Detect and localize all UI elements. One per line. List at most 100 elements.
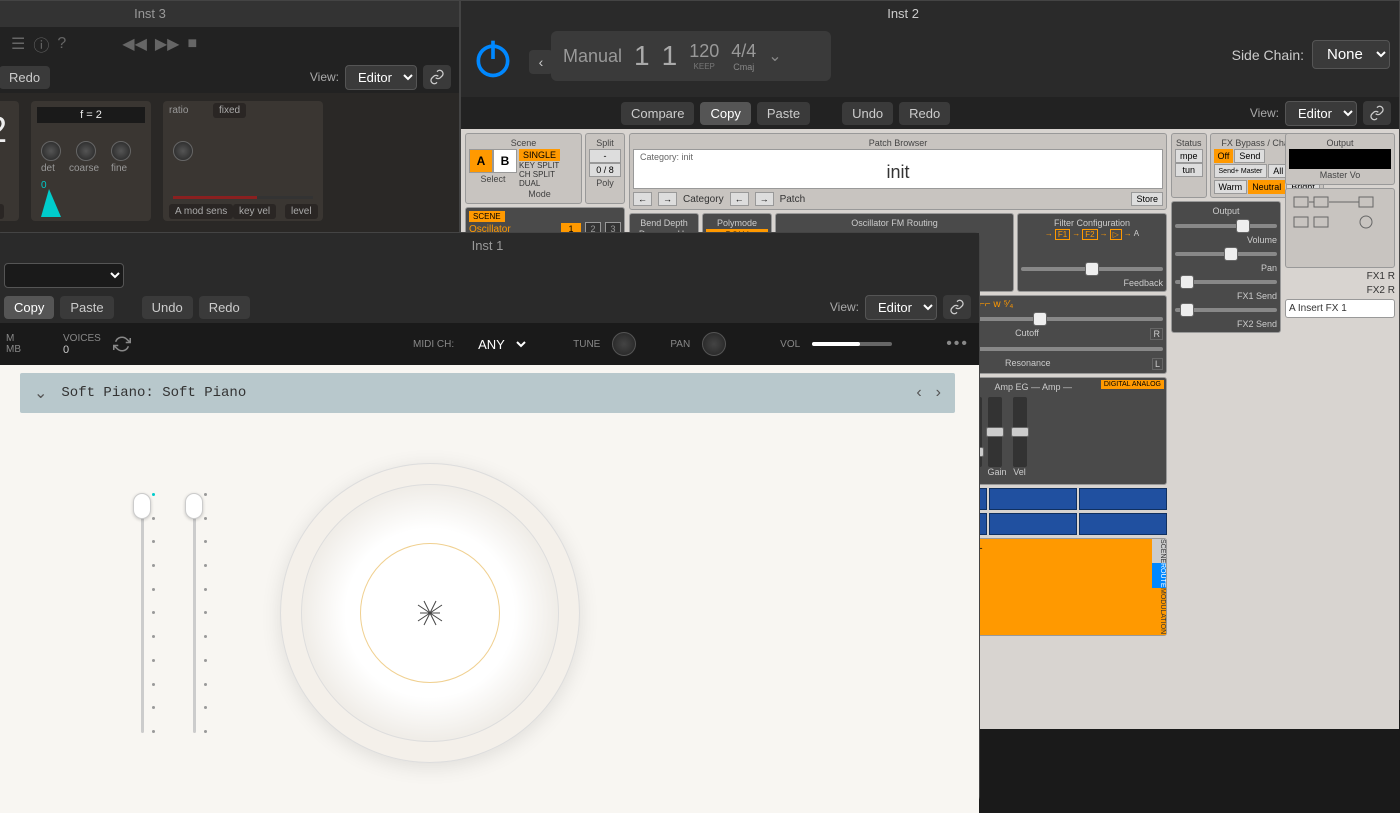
tune-knob[interactable] (612, 332, 636, 356)
volume-slider[interactable] (812, 342, 892, 346)
view-select[interactable]: Editor (345, 65, 417, 90)
preset-bar: ⌄ Soft Piano: Soft Piano ‹ › (20, 373, 955, 413)
instrument-body (0, 413, 979, 813)
scene-a-button[interactable]: A (469, 149, 493, 173)
sidechain-label: Side Chain: (1232, 47, 1304, 63)
redo-button[interactable]: Redo (199, 296, 250, 319)
split-box: Split - 0 / 8 Poly (585, 133, 625, 204)
tab-scene[interactable]: SCENE (1152, 539, 1166, 563)
preset-name: Soft Piano: Soft Piano (61, 385, 246, 401)
output-box: Output Volume Pan FX1 Send FX2 Send (1171, 201, 1281, 333)
window-inst3: Inst 3 ☰ ⓘ ? ◀◀ ▶▶ ■ Redo View: Editor r… (0, 0, 460, 240)
reload-icon[interactable] (113, 335, 131, 353)
compare-button[interactable]: Compare (621, 102, 694, 125)
ratio-knob-2[interactable] (173, 141, 193, 161)
fine-knob[interactable] (111, 141, 131, 161)
fx-send[interactable]: Send (1234, 149, 1265, 163)
fader-1[interactable] (136, 493, 148, 733)
titlebar-inst1[interactable]: Inst 1 (0, 233, 979, 259)
aeg-gain[interactable] (988, 397, 1002, 467)
redo-button[interactable]: Redo (0, 66, 50, 89)
tab-route[interactable]: ROUTE (1152, 563, 1166, 588)
lcd-display: Manual 1 1 120 KEEP 4/4 Cmaj ⌄ (551, 31, 831, 81)
tab-modulation[interactable]: MODULATION (1152, 588, 1166, 635)
copy-button[interactable]: Copy (700, 102, 750, 125)
level-label: level (0, 204, 4, 219)
cat-prev-icon[interactable]: ← (633, 192, 652, 206)
mod-src-12[interactable] (1079, 513, 1167, 535)
fx-routing-box (1285, 188, 1395, 268)
mod-src-6[interactable] (1079, 488, 1167, 510)
fx1-slider[interactable] (1175, 273, 1277, 291)
stop-icon[interactable]: ■ (187, 35, 197, 53)
undo-button[interactable]: Undo (142, 296, 193, 319)
voices-readout: VOICES 0 (63, 333, 101, 356)
scene-b-button[interactable]: B (493, 149, 517, 173)
preset-next-icon[interactable]: › (936, 384, 941, 402)
char-warm[interactable]: Warm (1214, 180, 1248, 194)
midi-ch-select[interactable]: ANY (466, 333, 529, 356)
mod-src-11[interactable] (989, 513, 1077, 535)
paste-button[interactable]: Paste (60, 296, 113, 319)
mpe-button[interactable]: mpe (1175, 149, 1203, 163)
fx-off[interactable]: Off (1214, 149, 1234, 163)
view-select[interactable]: Editor (865, 295, 937, 320)
fx2-slider[interactable] (1175, 301, 1277, 319)
preset-expand-icon[interactable]: ⌄ (34, 383, 47, 403)
coarse-knob[interactable] (76, 141, 96, 161)
patch-next-icon[interactable]: → (755, 192, 774, 206)
fm-graph: f = 2 det coarse fine 0 (31, 101, 151, 221)
det-knob[interactable] (41, 141, 61, 161)
fm-operator-2: ratio fixed A mod sens key vel level (163, 101, 323, 221)
window-inst1: Inst 1 Copy Paste Undo Redo View: Editor… (0, 232, 980, 802)
cat-next-icon[interactable]: → (658, 192, 677, 206)
scene-single[interactable]: SINGLE (519, 149, 560, 161)
tun-button[interactable]: tun (1175, 163, 1203, 177)
split-val2[interactable]: 0 / 8 (589, 163, 621, 177)
fader-2[interactable] (188, 493, 200, 733)
fx-sendmaster[interactable]: Send+ Master (1214, 164, 1268, 178)
pan-slider[interactable] (1175, 245, 1277, 263)
feedback-slider[interactable] (1021, 260, 1163, 278)
chevron-down-icon[interactable]: ⌄ (768, 46, 781, 66)
titlebar-inst2[interactable]: Inst 2 (461, 1, 1399, 27)
info-icon[interactable]: ⓘ (33, 32, 49, 56)
fx-routing-diagram (1289, 192, 1389, 262)
mod-src-5[interactable] (989, 488, 1077, 510)
preset-select[interactable] (4, 263, 124, 288)
power-icon[interactable] (471, 37, 521, 87)
store-button[interactable]: Store (1131, 192, 1163, 206)
rewind-icon[interactable]: ◀◀ (122, 34, 147, 54)
view-select[interactable]: Editor (1285, 101, 1357, 126)
view-label: View: (310, 70, 339, 84)
paste-button[interactable]: Paste (757, 102, 810, 125)
main-dial[interactable] (280, 463, 580, 763)
patch-browser: Patch Browser Category: init init ← → Ca… (629, 133, 1167, 210)
redo-button[interactable]: Redo (899, 102, 950, 125)
envelope-graph (41, 187, 91, 217)
volume-slider[interactable] (1175, 217, 1277, 235)
fixed-button-2[interactable]: fixed (213, 103, 246, 118)
aeg-vel[interactable] (1013, 397, 1027, 467)
link-icon[interactable] (943, 295, 971, 319)
link-icon[interactable] (1363, 101, 1391, 125)
preset-prev-icon[interactable]: ‹ (916, 384, 921, 402)
titlebar-inst3[interactable]: Inst 3 (0, 1, 459, 27)
sidechain-select[interactable]: None (1312, 40, 1390, 69)
sidechain-control: Side Chain: None (1232, 40, 1390, 69)
link-icon[interactable] (423, 65, 451, 89)
pan-knob[interactable] (702, 332, 726, 356)
split-val1[interactable]: - (589, 149, 621, 163)
char-neutral[interactable]: Neutral (1248, 180, 1285, 194)
forward-icon[interactable]: ▶▶ (155, 34, 180, 54)
undo-button[interactable]: Undo (842, 102, 893, 125)
prev-preset-icon[interactable]: ‹ (529, 50, 553, 74)
copy-button[interactable]: Copy (4, 296, 54, 319)
list-icon[interactable]: ☰ (11, 34, 25, 54)
patch-prev-icon[interactable]: ← (730, 192, 749, 206)
help-icon[interactable]: ? (57, 35, 66, 53)
patch-name-field[interactable]: Category: init init (633, 149, 1163, 189)
insert-fx-box[interactable]: A Insert FX 1 (1285, 299, 1395, 318)
scribble-icon (410, 593, 450, 633)
more-icon[interactable]: ••• (946, 335, 969, 353)
